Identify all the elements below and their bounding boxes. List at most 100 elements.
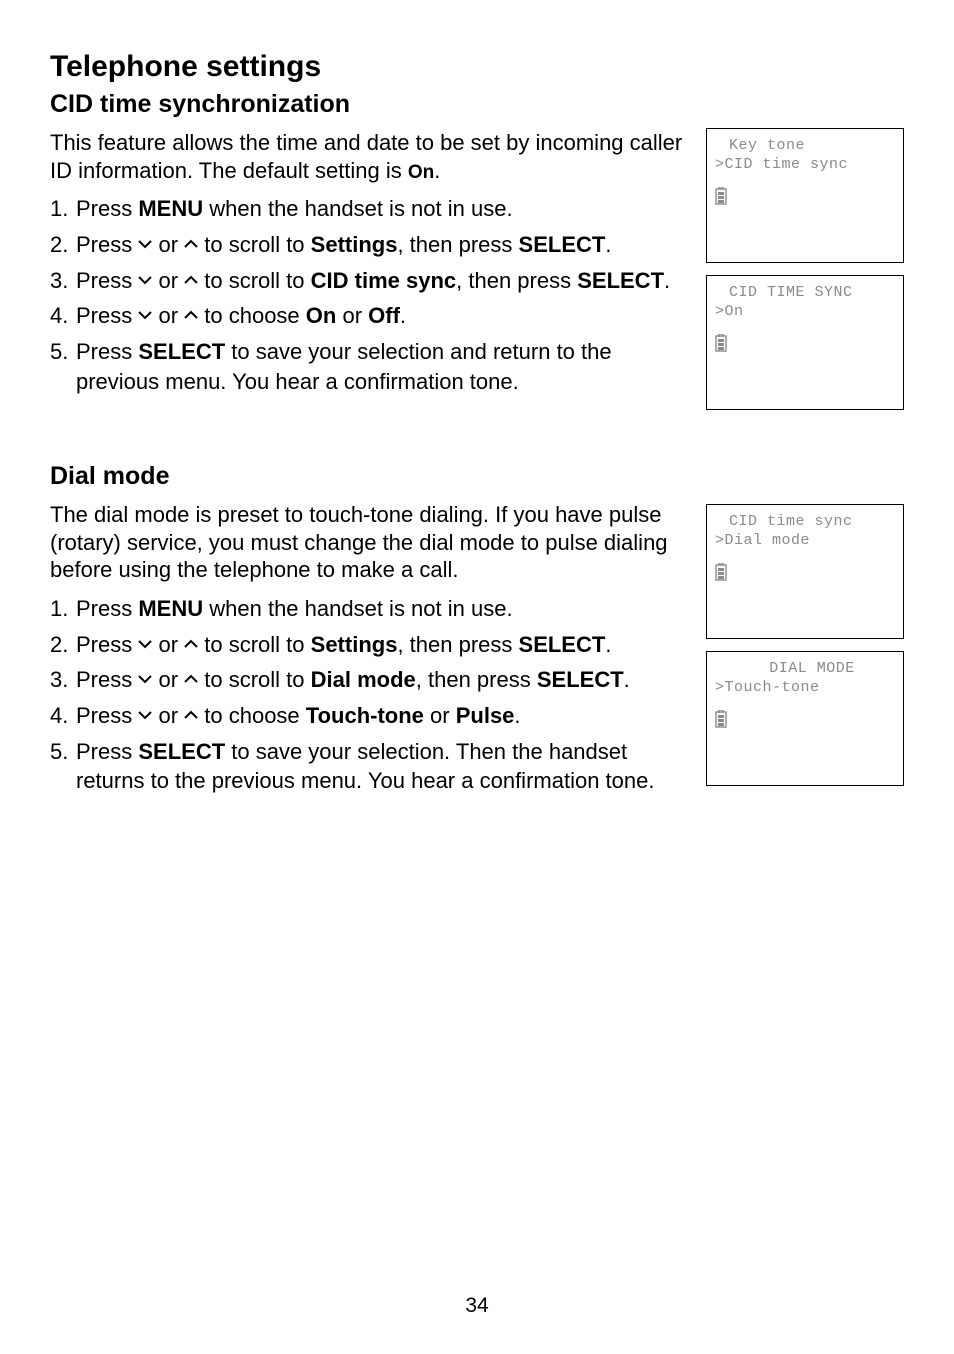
txt: to scroll to	[204, 232, 310, 257]
chevron-down-icon	[138, 239, 152, 253]
battery-icon	[715, 710, 727, 728]
chevron-up-icon	[184, 710, 198, 724]
gap	[706, 422, 904, 492]
page-title: Telephone settings	[50, 50, 688, 84]
lcd-line: >Touch-tone	[715, 679, 895, 698]
txt: to choose	[198, 303, 306, 328]
txt: to choose	[198, 703, 306, 728]
dial-steps: Press MENU when the handset is not in us…	[50, 594, 688, 796]
lcd-line: Key tone	[715, 137, 895, 156]
chevron-down-icon	[138, 639, 152, 653]
lcd-line: >Dial mode	[715, 532, 895, 551]
txt: .	[664, 268, 670, 293]
dial-step-4: Press or to choose Touch-tone or Pulse.	[50, 701, 688, 731]
lcd-line: CID TIME SYNC	[715, 284, 895, 303]
txt: .	[514, 703, 520, 728]
off-label: Off	[368, 303, 400, 328]
section-heading-cid: CID time synchronization	[50, 90, 688, 119]
lcd-line: DIAL MODE	[715, 660, 895, 679]
cid-step-3: Press or to scroll to CID time sync, the…	[50, 266, 688, 296]
cid-step-4: Press or to choose On or Off.	[50, 301, 688, 331]
cid-intro: This feature allows the time and date to…	[50, 129, 688, 184]
txt: or	[152, 703, 184, 728]
gap	[50, 422, 688, 462]
chevron-up-icon	[184, 674, 198, 688]
dial-mode-label: Dial mode	[311, 667, 416, 692]
chevron-down-icon	[138, 674, 152, 688]
txt: or	[152, 667, 184, 692]
txt: when the handset is not in use.	[203, 196, 512, 221]
txt: or	[424, 703, 456, 728]
page-number: 34	[0, 1294, 954, 1318]
txt: Press	[76, 268, 138, 293]
chevron-down-icon	[138, 275, 152, 289]
dial-step-3: Press or to scroll to Dial mode, then pr…	[50, 665, 688, 695]
side-column: Key tone >CID time sync CID TIME SYNC >O…	[706, 50, 904, 822]
touch-tone-label: Touch-tone	[306, 703, 424, 728]
txt: Press	[76, 303, 138, 328]
cid-default-value: On	[408, 162, 434, 183]
chevron-up-icon	[184, 275, 198, 289]
txt: Press	[76, 339, 138, 364]
page: Telephone settings CID time synchronizat…	[0, 0, 954, 1354]
select-key: SELECT	[519, 232, 606, 257]
txt: Press	[76, 196, 138, 221]
txt: when the handset is not in use.	[203, 596, 512, 621]
cid-step-1: Press MENU when the handset is not in us…	[50, 194, 688, 224]
chevron-down-icon	[138, 710, 152, 724]
menu-key: MENU	[138, 596, 203, 621]
txt: Press	[76, 232, 138, 257]
txt: .	[624, 667, 630, 692]
dial-step-5: Press SELECT to save your selection. The…	[50, 737, 688, 796]
chevron-up-icon	[184, 310, 198, 324]
lcd-screen-2: CID TIME SYNC >On	[706, 275, 904, 410]
cid-intro-text-1: This feature allows the time and date to…	[50, 130, 682, 183]
menu-key: MENU	[138, 196, 203, 221]
battery-icon	[715, 563, 727, 581]
select-key: SELECT	[577, 268, 664, 293]
lcd-screen-3: CID time sync >Dial mode	[706, 504, 904, 639]
txt: , then press	[456, 268, 577, 293]
chevron-up-icon	[184, 639, 198, 653]
txt: .	[605, 232, 611, 257]
txt: or	[152, 632, 184, 657]
chevron-down-icon	[138, 310, 152, 324]
txt: .	[400, 303, 406, 328]
on-label: On	[306, 303, 337, 328]
cid-step-2: Press or to scroll to Settings, then pre…	[50, 230, 688, 260]
dial-step-1: Press MENU when the handset is not in us…	[50, 594, 688, 624]
txt: or	[152, 303, 184, 328]
main-column: Telephone settings CID time synchronizat…	[50, 50, 688, 822]
battery-icon	[715, 334, 727, 352]
txt: Press	[76, 667, 138, 692]
section-heading-dial: Dial mode	[50, 462, 688, 491]
txt: to scroll to	[198, 667, 310, 692]
settings-label: Settings	[311, 232, 398, 257]
txt: , then press	[416, 667, 537, 692]
txt: , then press	[397, 232, 518, 257]
txt: to scroll to	[198, 632, 310, 657]
content-row: Telephone settings CID time synchronizat…	[50, 50, 904, 822]
select-key: SELECT	[537, 667, 624, 692]
txt: or	[152, 232, 184, 257]
lcd-line: >CID time sync	[715, 156, 895, 175]
lcd-screen-1: Key tone >CID time sync	[706, 128, 904, 263]
cid-sync-label: CID time sync	[311, 268, 457, 293]
txt: Press	[76, 596, 138, 621]
txt: to scroll to	[198, 268, 310, 293]
cid-intro-text-2: .	[434, 158, 440, 183]
lcd-line: >On	[715, 303, 895, 322]
cid-steps: Press MENU when the handset is not in us…	[50, 194, 688, 396]
lcd-line: CID time sync	[715, 513, 895, 532]
txt: .	[605, 632, 611, 657]
txt: Press	[76, 632, 138, 657]
select-key: SELECT	[138, 339, 225, 364]
settings-label: Settings	[311, 632, 398, 657]
select-key: SELECT	[519, 632, 606, 657]
pulse-label: Pulse	[456, 703, 515, 728]
txt: or	[152, 268, 184, 293]
battery-icon	[715, 187, 727, 205]
dial-intro: The dial mode is preset to touch-tone di…	[50, 501, 688, 584]
txt: or	[336, 303, 368, 328]
chevron-up-icon	[184, 239, 198, 253]
